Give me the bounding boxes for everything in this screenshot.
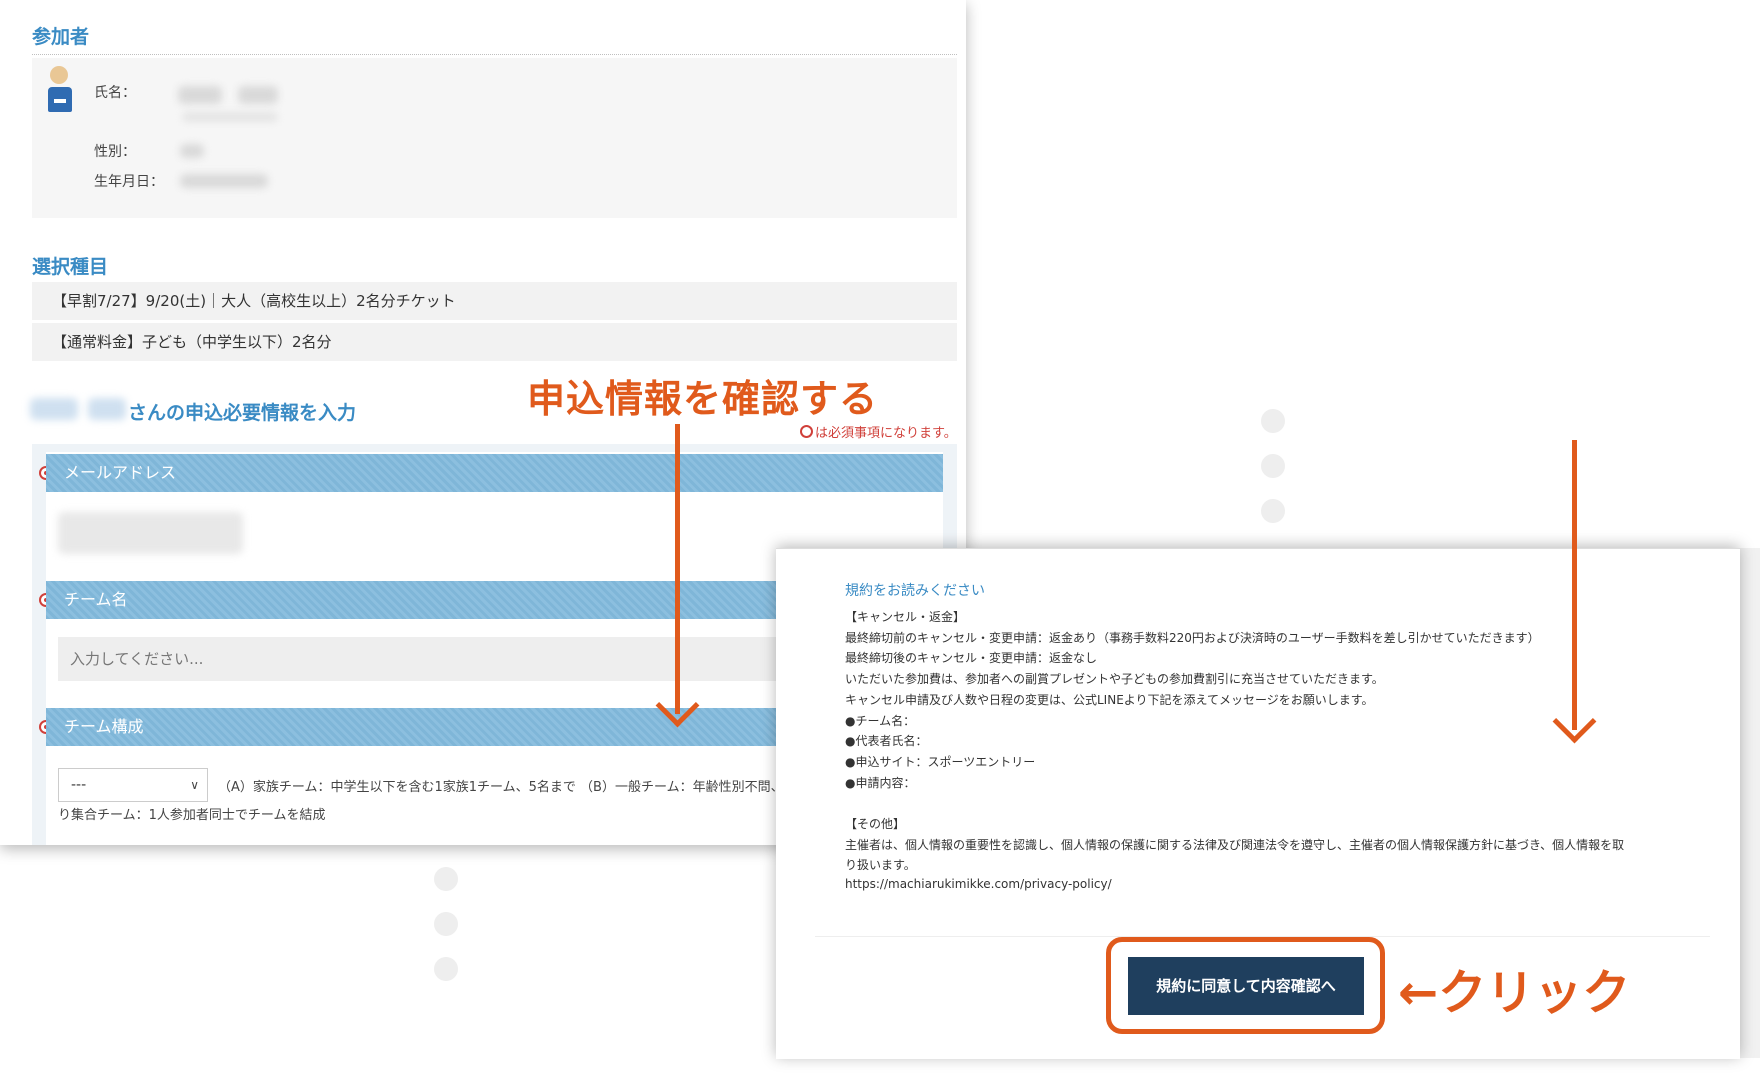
blurred-applicant-name (30, 398, 78, 420)
team-comp-description: （A）家族チーム：中学生以下を含む1家族1チーム、5名まで （B）一般チーム：年… (218, 780, 784, 795)
blurred-birthdate (180, 174, 268, 188)
person-icon (48, 66, 72, 112)
ellipsis-dot (434, 957, 458, 981)
terms-line: キャンセル申請及び人数や日程の変更は、公式LINEより下記を添えてメッセージをお… (845, 692, 1374, 707)
agree-and-confirm-button[interactable]: 規約に同意して内容確認へ (1128, 957, 1364, 1015)
section-divider (32, 54, 957, 55)
blurred-applicant-name (88, 398, 126, 420)
email-field-value[interactable] (58, 512, 243, 554)
terms-line: https://machiarukimikke.com/privacy-poli… (845, 877, 1112, 892)
terms-line: り扱います。 (845, 858, 916, 873)
terms-line: ●申請内容： (845, 775, 916, 790)
participant-info-box (32, 58, 957, 218)
birthdate-label: 生年月日： (94, 174, 164, 190)
panel-gutter (1740, 548, 1760, 1058)
ellipsis-dot (1261, 454, 1285, 478)
terms-line: 【キャンセル・返金】 (845, 610, 966, 624)
blurred-gender (180, 144, 204, 158)
terms-line: ●チーム名： (845, 713, 916, 728)
terms-line: いただいた参加費は、参加者への副賞プレゼントや子どもの参加費割引に充当させていた… (845, 672, 1384, 687)
blurred-name (238, 86, 278, 104)
confirm-annotation-title: 申込情報を確認する (527, 377, 879, 421)
blurred-name-kana (182, 112, 278, 122)
blurred-name (178, 86, 222, 104)
name-label: 氏名： (94, 85, 136, 101)
gender-label: 性別： (94, 144, 136, 160)
participant-section-title: 参加者 (32, 26, 90, 48)
terms-line: 【その他】 (845, 817, 906, 831)
terms-line: 最終締切前のキャンセル・変更申請：返金あり（事務手数料220円および決済時のユー… (845, 630, 1540, 645)
team-comp-description-cont: り集合チーム：1人参加者同士でチームを結成 (58, 808, 326, 823)
ellipsis-dot (1261, 499, 1285, 523)
required-note: は必須事項になります。 (800, 422, 957, 441)
terms-line: ●申込サイト：スポーツエントリー (845, 754, 1036, 769)
chevron-down-icon: ∨ (190, 778, 199, 792)
ellipsis-dot (1261, 409, 1285, 433)
email-field-header: メールアドレス (46, 454, 943, 492)
down-arrow-icon (1572, 440, 1577, 730)
click-annotation: ←クリック (1398, 965, 1631, 1021)
down-arrow-icon (675, 424, 680, 714)
team-comp-select[interactable]: --- ∨ (58, 768, 208, 802)
selected-item-2: 【通常料金】子ども（中学生以下）2名分 (32, 323, 957, 361)
terms-heading: 規約をお読みください (845, 583, 985, 599)
required-icon (800, 425, 813, 438)
ellipsis-dot (434, 912, 458, 936)
selected-item-1: 【早割7/27】9/20(土)｜大人（高校生以上）2名分チケット (32, 282, 957, 320)
terms-line: 主催者は、個人情報の重要性を認識し、個人情報の保護に関する法律及び関連法令を遵守… (845, 837, 1625, 852)
ellipsis-dot (434, 867, 458, 891)
terms-line: ●代表者氏名： (845, 734, 928, 749)
selection-section-title: 選択種目 (32, 256, 109, 278)
terms-line: 最終締切後のキャンセル・変更申請：返金なし (845, 651, 1098, 666)
input-section-title: さんの申込必要情報を入力 (128, 402, 357, 424)
